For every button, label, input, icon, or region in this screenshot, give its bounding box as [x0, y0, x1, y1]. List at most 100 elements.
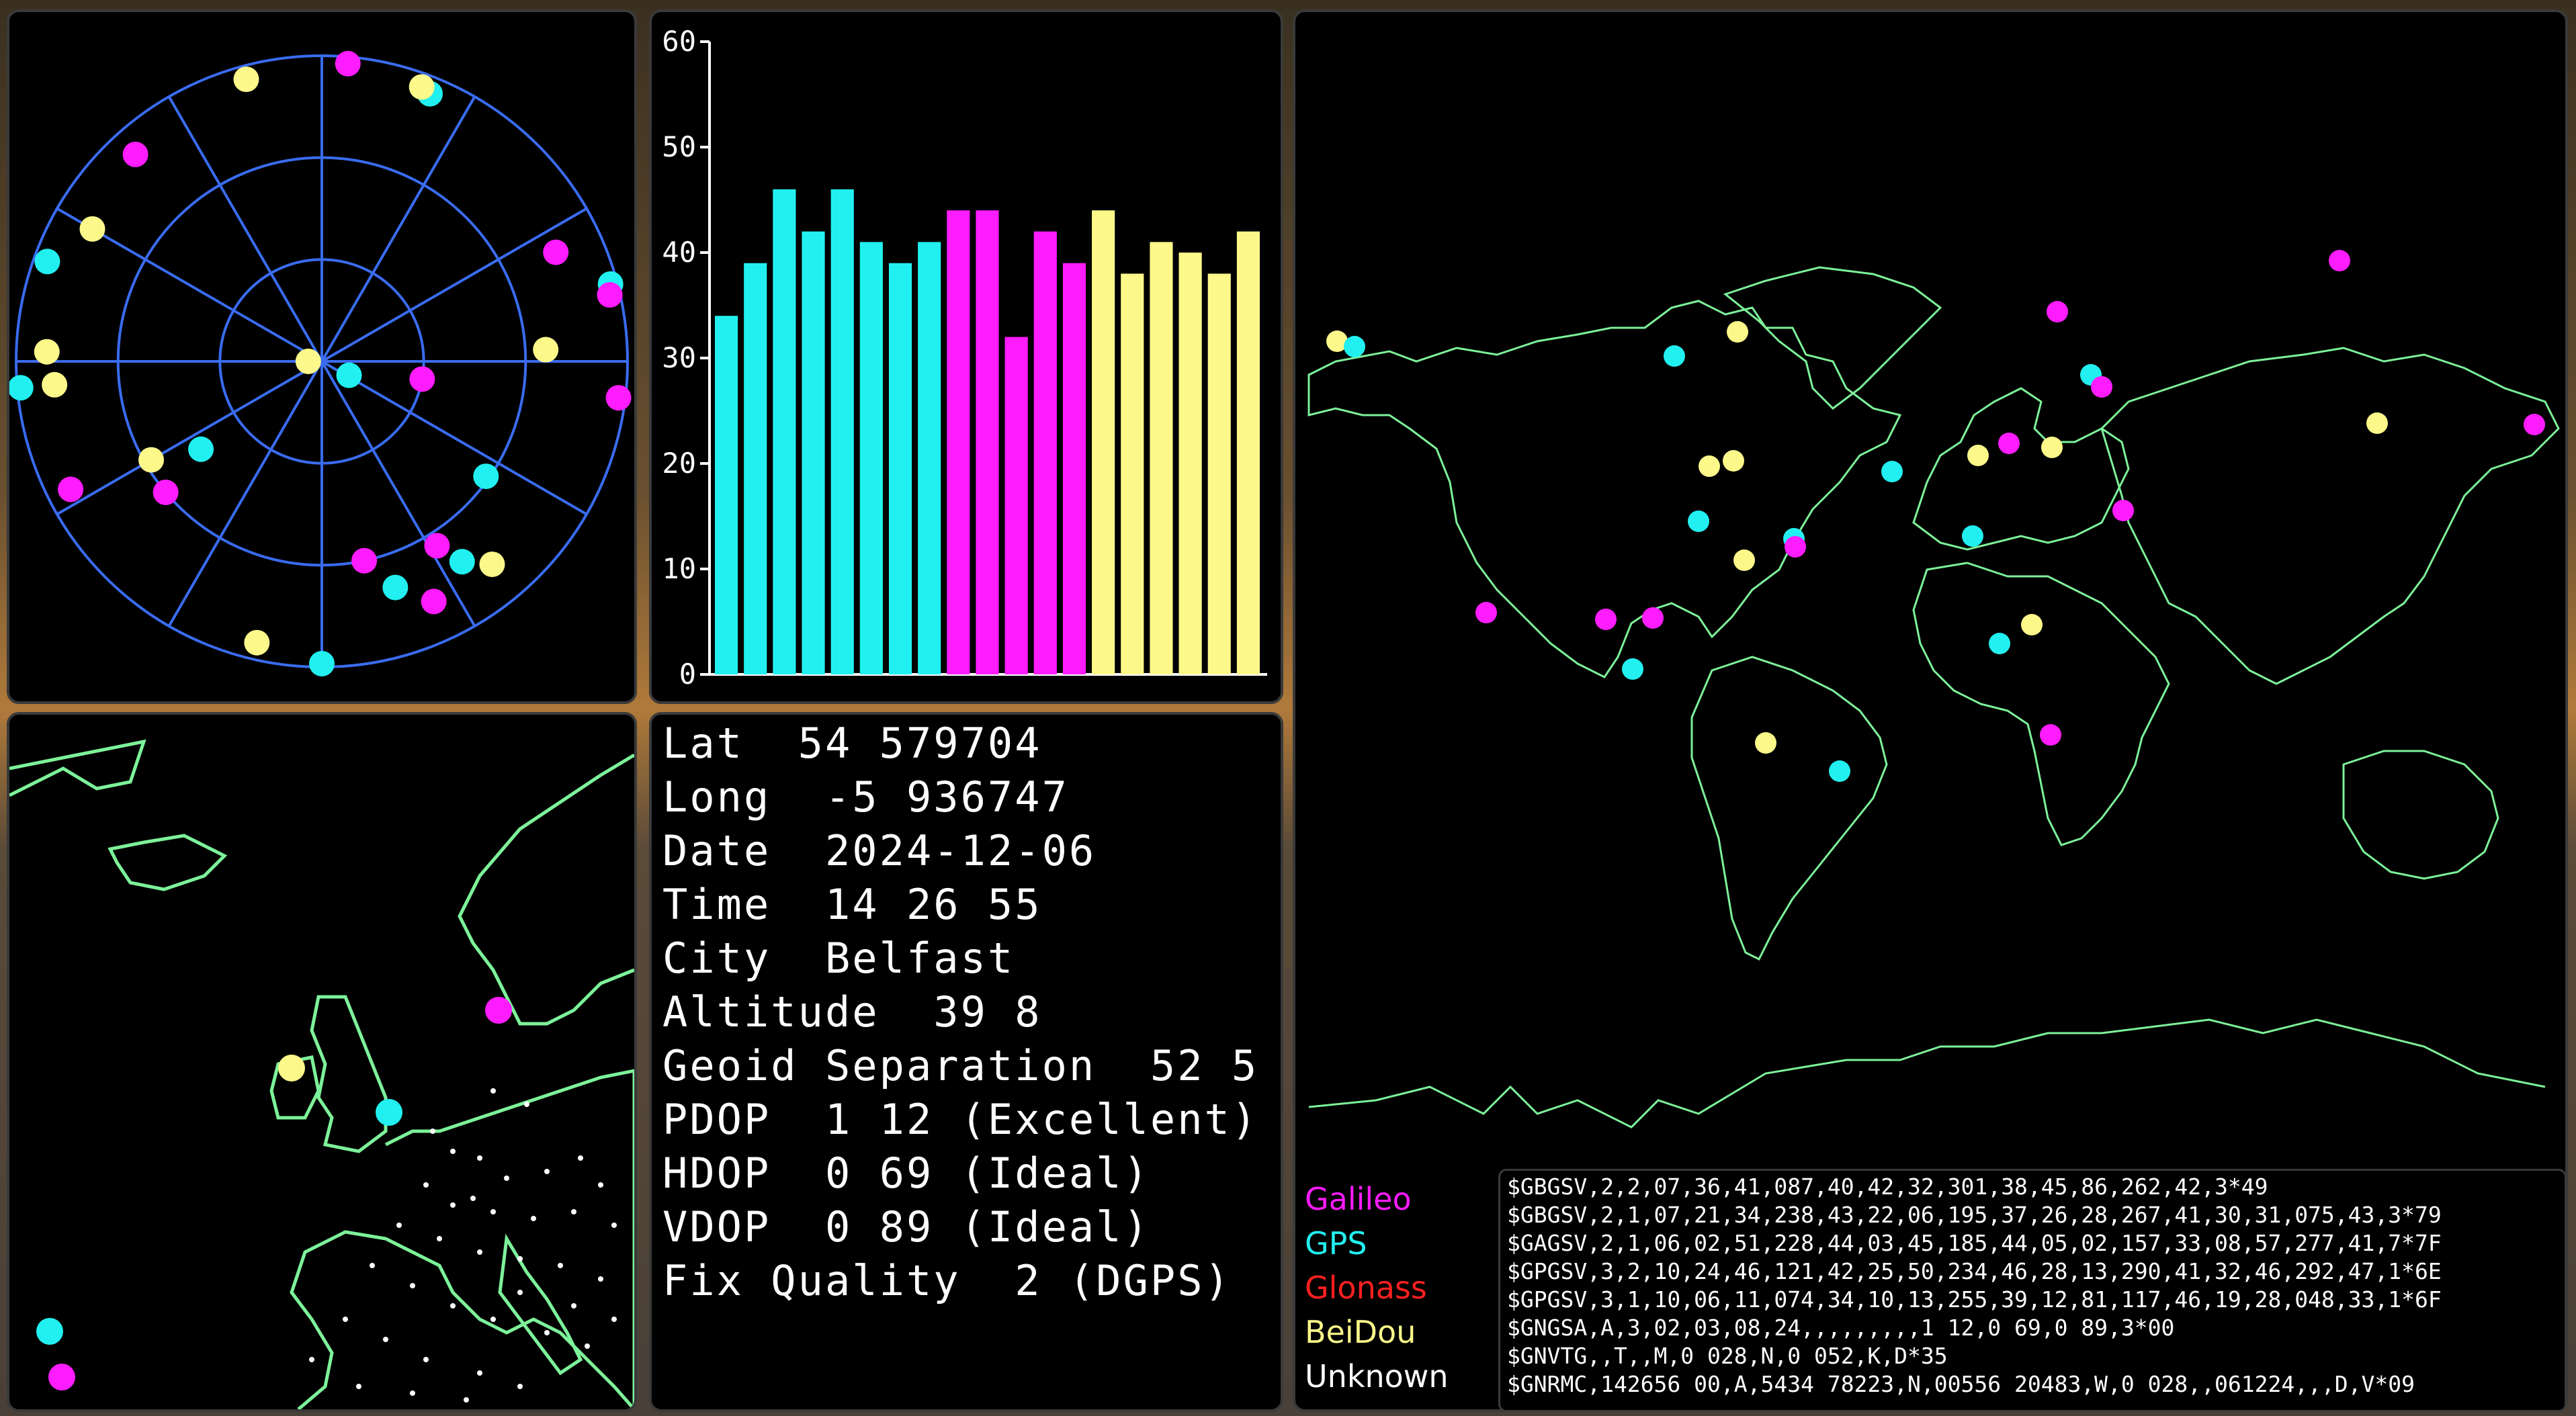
satellite-marker: [1727, 321, 1748, 343]
satellite-marker: [479, 551, 505, 578]
europe-outline: [1912, 387, 2130, 551]
satellite-marker: [1733, 549, 1755, 571]
satellite-marker: [1622, 658, 1643, 680]
satellite-marker: [473, 463, 499, 490]
satellite-marker: [533, 337, 559, 363]
europe-map: [9, 739, 634, 1409]
satellite-marker: [1881, 461, 1903, 482]
britain-outline: [310, 995, 388, 1153]
satellite-marker: [376, 1099, 402, 1126]
signal-bar: [1033, 231, 1057, 675]
signal-strength-panel: 0 10 20 30 40 50 60: [649, 9, 1283, 704]
satellite-marker: [409, 74, 435, 100]
satellite-marker: [122, 141, 148, 167]
date-readout: Date 2024-12-06: [662, 826, 1097, 875]
satellite-marker: [1475, 602, 1497, 623]
signal-bar: [715, 316, 738, 674]
nmea-sentence: $GBGSV,2,2,07,36,41,087,40,42,32,301,38,…: [1507, 1174, 2268, 1200]
satellite-marker: [79, 216, 105, 242]
nmea-sentence: $GAGSV,2,1,06,02,51,228,44,03,45,185,44,…: [1507, 1230, 2442, 1256]
signal-bar: [773, 189, 796, 674]
chart-bars: [715, 189, 1260, 675]
nmea-log[interactable]: $GBGSV,2,2,07,36,41,087,40,42,32,301,38,…: [1498, 1169, 2567, 1412]
satellite-marker: [351, 547, 378, 574]
signal-bar: [1004, 337, 1028, 674]
constellation-legend: Galileo GPS Glonass BeiDou Unknown: [1293, 1169, 1494, 1408]
longitude-readout: Long -5 936747: [662, 772, 1069, 822]
hdop-readout: HDOP 0 69 (Ideal): [662, 1149, 1150, 1198]
satellite-marker: [424, 533, 450, 559]
africa-outline: [1912, 562, 2170, 846]
signal-bar: [1092, 210, 1115, 674]
signal-bar: [947, 210, 970, 674]
y-tick-label: 50: [662, 130, 696, 163]
asia-outline: [2100, 347, 2560, 685]
signal-bar: [918, 242, 941, 674]
satellite-marker: [188, 436, 214, 462]
satellite-marker: [336, 362, 362, 388]
fix-quality-readout: Fix Quality 2 (DGPS): [662, 1256, 1232, 1305]
satellite-marker: [2040, 724, 2061, 746]
skyplot: [9, 50, 632, 676]
satellite-marker: [2524, 414, 2545, 435]
azimuth-spoke: [321, 360, 588, 516]
satellite-marker: [1688, 511, 1709, 532]
signal-bar: [1207, 273, 1231, 674]
satellite-marker: [2047, 301, 2068, 322]
satellite-marker: [382, 574, 409, 601]
satellite-marker: [1962, 525, 1983, 547]
nmea-sentence: $GPGSV,3,1,10,06,11,074,34,10,13,255,39,…: [1507, 1286, 2442, 1313]
satellite-marker: [485, 997, 512, 1024]
satellite-marker: [309, 650, 335, 676]
legend-galileo: Galileo: [1305, 1181, 1412, 1217]
satellite-marker: [1755, 732, 1776, 754]
y-tick-label: 60: [662, 25, 696, 58]
satellite-marker: [34, 339, 60, 365]
satellite-marker: [58, 476, 84, 502]
signal-bar: [1150, 242, 1173, 674]
signal-bar: [1062, 263, 1086, 674]
azimuth-spoke: [320, 95, 476, 363]
satellite-marker: [9, 375, 34, 401]
signal-bar: [830, 189, 854, 674]
south-america-outline: [1690, 656, 1888, 961]
geoid-separation-readout: Geoid Separation 52 5: [662, 1041, 1259, 1090]
satellite-marker: [1989, 633, 2010, 654]
y-tick-label: 20: [662, 447, 696, 480]
satellite-marker: [278, 1055, 305, 1081]
nmea-sentence: $GNVTG,,T,,M,0 028,N,0 052,K,D*35: [1507, 1343, 1948, 1369]
world-map-satellites: [1326, 250, 2545, 782]
satellite-marker: [543, 239, 569, 265]
legend-beidou: BeiDou: [1305, 1314, 1416, 1350]
signal-bar: [976, 210, 999, 674]
nmea-sentence: $GNGSA,A,3,02,03,08,24,,,,,,,,,1 12,0 69…: [1507, 1315, 2175, 1341]
satellite-marker: [295, 349, 321, 374]
y-tick-label: 30: [662, 341, 696, 374]
satellite-marker: [1344, 336, 1365, 357]
satellite-marker: [48, 1364, 75, 1390]
greenland-edge: [9, 739, 146, 797]
antarctica-outline: [1308, 1018, 2546, 1129]
satellite-marker: [421, 588, 447, 615]
signal-bar: [888, 263, 912, 674]
legend-unknown: Unknown: [1305, 1358, 1449, 1395]
position-info-panel: Lat 54 579704 Long -5 936747 Date 2024-1…: [649, 712, 1283, 1412]
signal-bar: [859, 242, 883, 674]
satellite-marker: [335, 50, 361, 77]
scandinavia-outline: [458, 753, 634, 1026]
nmea-sentence: $GNRMC,142656 00,A,5434 78223,N,00556 20…: [1507, 1371, 2415, 1397]
satellite-marker: [42, 371, 68, 398]
satellite-marker: [2112, 500, 2134, 521]
satellite-marker: [449, 549, 475, 575]
skyplot-grid: [15, 54, 629, 668]
skyplot-panel: [7, 9, 637, 704]
y-tick-label: 0: [679, 658, 696, 691]
satellite-marker: [36, 1318, 63, 1345]
satellite-marker: [1723, 450, 1744, 472]
nmea-sentence: $GBGSV,2,1,07,21,34,238,43,22,06,195,37,…: [1507, 1202, 2442, 1228]
australia-outline: [2342, 750, 2499, 880]
continent-outline: [290, 1069, 634, 1409]
satellite-marker: [1829, 760, 1850, 782]
satellite-marker: [409, 366, 435, 392]
satellite-marker: [138, 447, 165, 473]
